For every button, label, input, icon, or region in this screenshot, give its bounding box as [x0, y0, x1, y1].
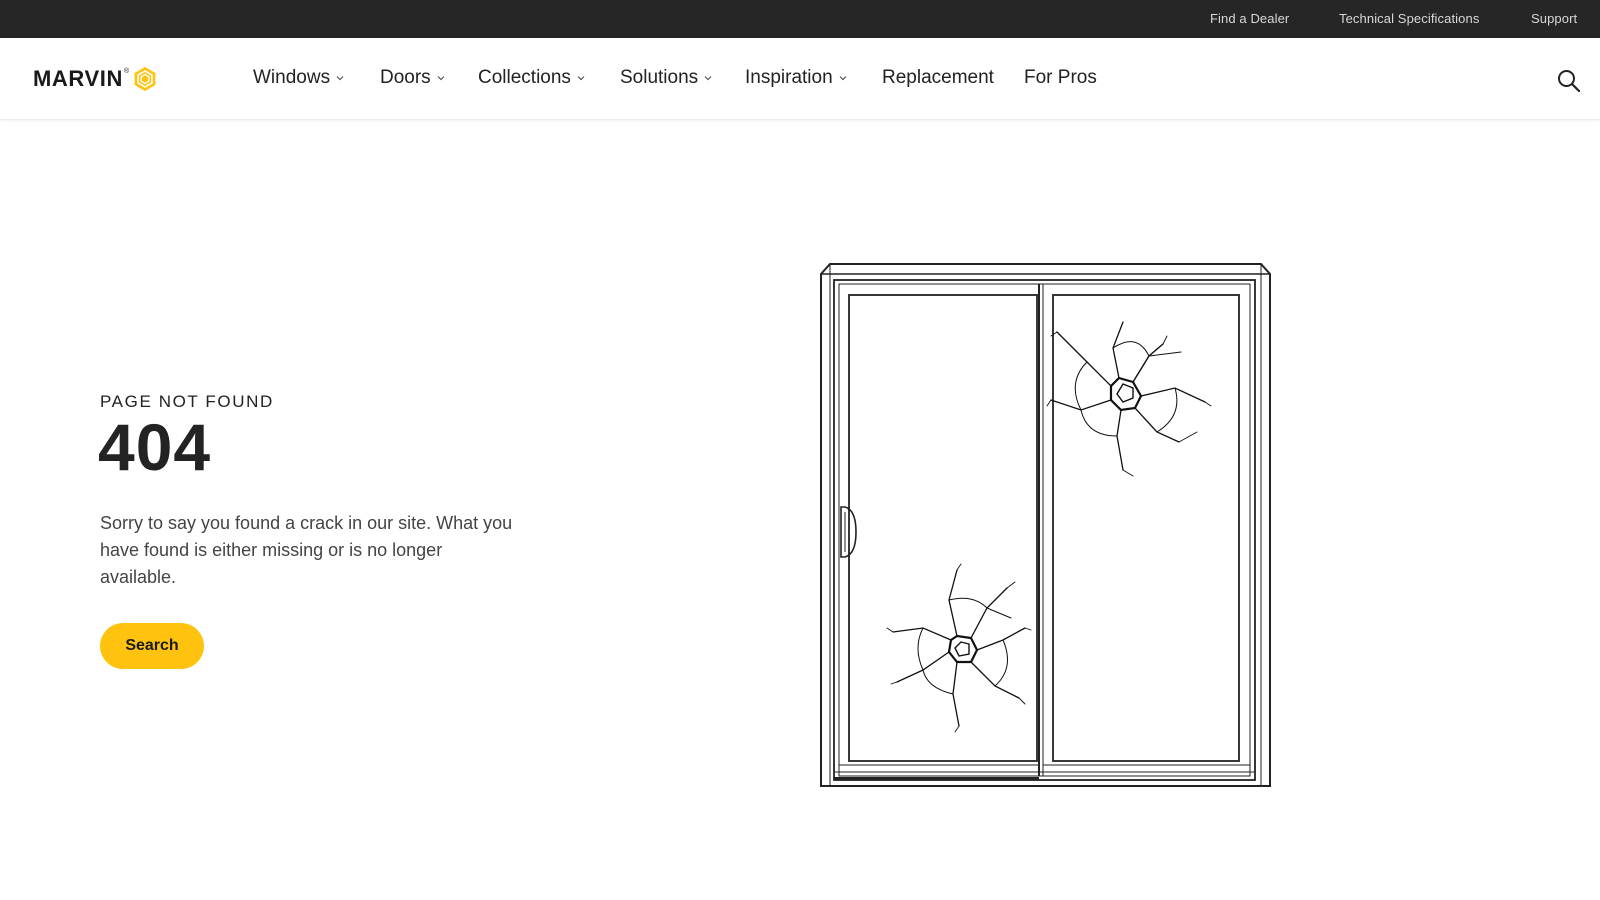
nav-collections-label: Collections [478, 67, 571, 88]
find-a-dealer-link[interactable]: Find a Dealer [1210, 11, 1289, 26]
search-icon[interactable] [1556, 68, 1582, 94]
nav-for-pros[interactable]: For Pros [1024, 67, 1097, 89]
logo-wordmark: MARVIN [33, 66, 123, 91]
nav-doors-label: Doors [380, 67, 431, 88]
error-code: 404 [98, 410, 212, 484]
search-icon-glyph [1558, 70, 1581, 93]
nav-replacement[interactable]: Replacement [882, 67, 994, 89]
glass-crack-bottom [886, 563, 1032, 733]
technical-specifications-link[interactable]: Technical Specifications [1339, 11, 1479, 26]
nav-solutions[interactable]: Solutions [620, 67, 712, 89]
nav-windows-label: Windows [253, 67, 331, 88]
chevron-down-icon [437, 76, 445, 81]
nav-doors[interactable]: Doors [380, 67, 445, 89]
chevron-down-icon [577, 76, 585, 81]
broken-sliding-door-illustration [820, 263, 1271, 787]
nav-replacement-label: Replacement [882, 67, 994, 88]
main-header: MARVIN ® Windows Doors Collections Soluti… [0, 38, 1600, 120]
nav-solutions-label: Solutions [620, 67, 699, 88]
chevron-down-icon [839, 76, 847, 81]
nav-collections[interactable]: Collections [478, 67, 585, 89]
page-not-found-eyebrow: PAGE NOT FOUND [100, 392, 274, 411]
nav-inspiration[interactable]: Inspiration [745, 67, 847, 89]
marvin-logo[interactable]: MARVIN ® [33, 66, 158, 92]
chevron-down-icon [336, 76, 344, 81]
search-button[interactable]: Search [100, 623, 204, 669]
glass-crack-top [1046, 321, 1212, 477]
logo-mark-icon [134, 67, 156, 91]
error-message: Sorry to say you found a crack in our si… [100, 513, 513, 587]
nav-windows[interactable]: Windows [253, 67, 344, 89]
nav-inspiration-label: Inspiration [745, 67, 833, 88]
nav-for-pros-label: For Pros [1024, 67, 1097, 88]
logo-registered-mark: ® [123, 67, 130, 75]
chevron-down-icon [704, 76, 712, 81]
utility-bar: Find a Dealer Technical Specifications S… [0, 0, 1600, 38]
support-link[interactable]: Support [1531, 11, 1577, 26]
